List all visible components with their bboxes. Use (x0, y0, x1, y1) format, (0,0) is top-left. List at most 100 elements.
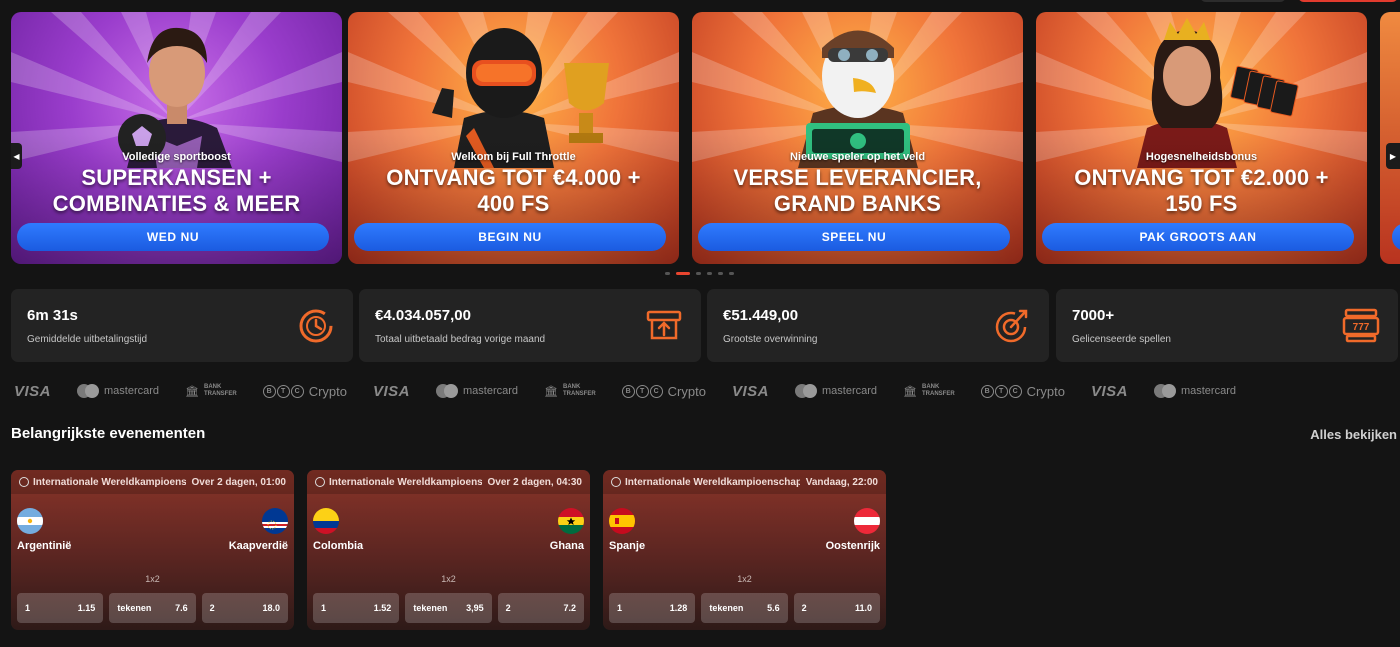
promo-banner-welcome[interactable]: Welkom bij Full Throttle ONTVANG TOT €4.… (348, 12, 679, 264)
btc-letter: T (276, 384, 290, 398)
banner-title-line: VERSE LEVERANCIER, (733, 165, 982, 190)
mastercard-text: mastercard (821, 385, 878, 397)
odd-label: 2 (209, 603, 215, 613)
banner-title-line: COMBINATIES & MEER (52, 191, 301, 216)
claim-big-button[interactable]: PAK GROOTS AAN (1042, 223, 1354, 251)
mastercard-text: mastercard (104, 385, 160, 397)
visa-logo: VISA (372, 382, 410, 400)
bank-transfer-text: BANK (563, 384, 581, 390)
odd-label: 2 (801, 603, 807, 613)
stat-value: 6m 31s (27, 307, 78, 324)
odd-button-away[interactable]: 2 7.2 (497, 593, 584, 623)
odd-label: 1 (25, 603, 31, 613)
btc-icon: BTC (980, 384, 1022, 398)
stat-label: Gelicenseerde spellen (1072, 334, 1171, 345)
banner-title: ONTVANG TOT €4.000 + 400 FS (356, 165, 671, 217)
banner-subtitle: Volledige sportboost (122, 151, 231, 163)
btc-letter: B (980, 384, 994, 398)
odd-button-draw[interactable]: tekenen 5.6 (701, 593, 788, 623)
odd-button-away[interactable]: 2 11.0 (793, 593, 880, 623)
promo-banner-sports[interactable]: Volledige sportboost SUPERKANSEN + COMBI… (11, 12, 342, 264)
carousel-dot[interactable] (718, 272, 723, 275)
odd-label: 1 (321, 603, 327, 613)
home-team: Colombia (313, 540, 364, 552)
carousel-dot-active[interactable] (676, 272, 690, 275)
stat-label: Totaal uitbetaald bedrag vorige maand (375, 334, 546, 345)
carousel-dot[interactable] (707, 272, 712, 275)
odd-button-draw[interactable]: tekenen 7.6 (109, 593, 196, 623)
banner-title-line: SUPERKANSEN + (81, 165, 272, 190)
promo-banner-next[interactable] (1380, 12, 1400, 264)
football-icon (315, 477, 325, 487)
event-header: Internationale Wereldkampioenschap Vanda… (603, 470, 886, 494)
odd-button-home[interactable]: 1 1.52 (313, 593, 400, 623)
flag-austria-icon (854, 508, 880, 534)
promo-banner-high-speed-bonus[interactable]: Hogesnelheidsbonus ONTVANG TOT €2.000 + … (1036, 12, 1367, 264)
carousel-dot[interactable] (729, 272, 734, 275)
odd-label: tekenen (413, 603, 448, 613)
chevron-right-icon[interactable]: ▶ (1386, 143, 1400, 169)
slot-machine-icon: 777 (1342, 308, 1380, 343)
mastercard-logo: mastercard (794, 384, 878, 398)
bet-now-button[interactable]: WED NU (17, 223, 329, 251)
crypto-text: Crypto (1026, 383, 1065, 399)
account-button[interactable] (1200, 0, 1286, 2)
timer-icon (299, 309, 333, 343)
btc-letter: C (649, 384, 663, 398)
market-label: 1x2 (737, 574, 752, 584)
stat-value: 7000+ (1072, 307, 1115, 324)
carousel-dot[interactable] (696, 272, 701, 275)
carousel-dot[interactable] (665, 272, 670, 275)
odd-value: 1.15 (77, 603, 96, 613)
odd-button-draw[interactable]: tekenen 3,95 (405, 593, 492, 623)
crypto-logo: B T C Crypto (980, 383, 1065, 399)
banner-title-line: GRAND BANKS (773, 191, 942, 216)
event-card[interactable]: Internationale Wereldkampioenschap Vanda… (603, 470, 886, 630)
market-label: 1x2 (441, 574, 456, 584)
mastercard-logo: mastercard (1153, 384, 1236, 398)
football-icon (19, 477, 29, 487)
banner-subtitle: Welkom bij Full Throttle (451, 151, 576, 163)
start-now-button[interactable]: BEGIN NU (354, 223, 666, 251)
bank-transfer-logo: 🏛 BANK TRANSFER (185, 384, 237, 398)
event-time: Over 2 dagen, 04:30 (487, 476, 583, 488)
event-header: Internationale Wereldkampioenschap Over … (307, 470, 590, 494)
event-time: Over 2 dagen, 01:00 (191, 476, 287, 488)
odd-button-away[interactable]: 2 18.0 (201, 593, 288, 623)
flag-ghana-icon (558, 508, 584, 534)
btc-icon: BTC (621, 384, 663, 398)
stat-card-biggest-win: €51.449,00 Grootste overwinning (707, 289, 1049, 362)
odds-row: 1 1.28 tekenen 5.6 2 11.0 (609, 593, 880, 623)
event-card[interactable]: Internationale Wereldkampioenschap Over … (11, 470, 294, 630)
bank-transfer-text: BANK (921, 384, 940, 390)
promo-carousel: Volledige sportboost SUPERKANSEN + COMBI… (0, 12, 1400, 264)
register-button[interactable] (1298, 0, 1398, 2)
event-card[interactable]: Internationale Wereldkampioenschap Over … (307, 470, 590, 630)
football-icon (611, 477, 621, 487)
flag-colombia-icon (313, 508, 339, 534)
stat-label: Gemiddelde uitbetalingstijd (27, 334, 148, 345)
mastercard-icon (436, 384, 458, 398)
promo-banner-new-provider[interactable]: Nieuwe speler op het veld VERSE LEVERANC… (692, 12, 1023, 264)
crypto-logo: B T C Crypto (621, 384, 706, 399)
see-all-link[interactable]: Alles bekijken (1310, 427, 1397, 442)
odd-button-home[interactable]: 1 1.15 (17, 593, 104, 623)
play-now-button[interactable]: SPEEL NU (698, 223, 1010, 251)
section-title: Belangrijkste evenementen (11, 425, 206, 442)
odd-label: 2 (505, 603, 511, 613)
stat-card-total-paid: €4.034.057,00 Totaal uitbetaald bedrag v… (359, 289, 701, 362)
btc-letter: T (635, 384, 649, 398)
away-team: Ghana (549, 540, 584, 552)
bank-icon: 🏛 (544, 385, 558, 398)
chevron-left-icon[interactable]: ◀ (11, 143, 22, 169)
slot-machine-digits: 777 (1353, 322, 1370, 333)
next-banner-button[interactable] (1392, 223, 1400, 251)
visa-logo: VISA (14, 382, 52, 400)
btc-letter: T (994, 384, 1008, 398)
odd-button-home[interactable]: 1 1.28 (609, 593, 696, 623)
stat-value: €51.449,00 (723, 307, 799, 324)
mastercard-icon (1153, 384, 1176, 398)
bank-transfer-text: TRANSFER (921, 391, 955, 397)
flag-spain-icon (609, 508, 635, 534)
flag-argentina-icon (17, 508, 43, 534)
